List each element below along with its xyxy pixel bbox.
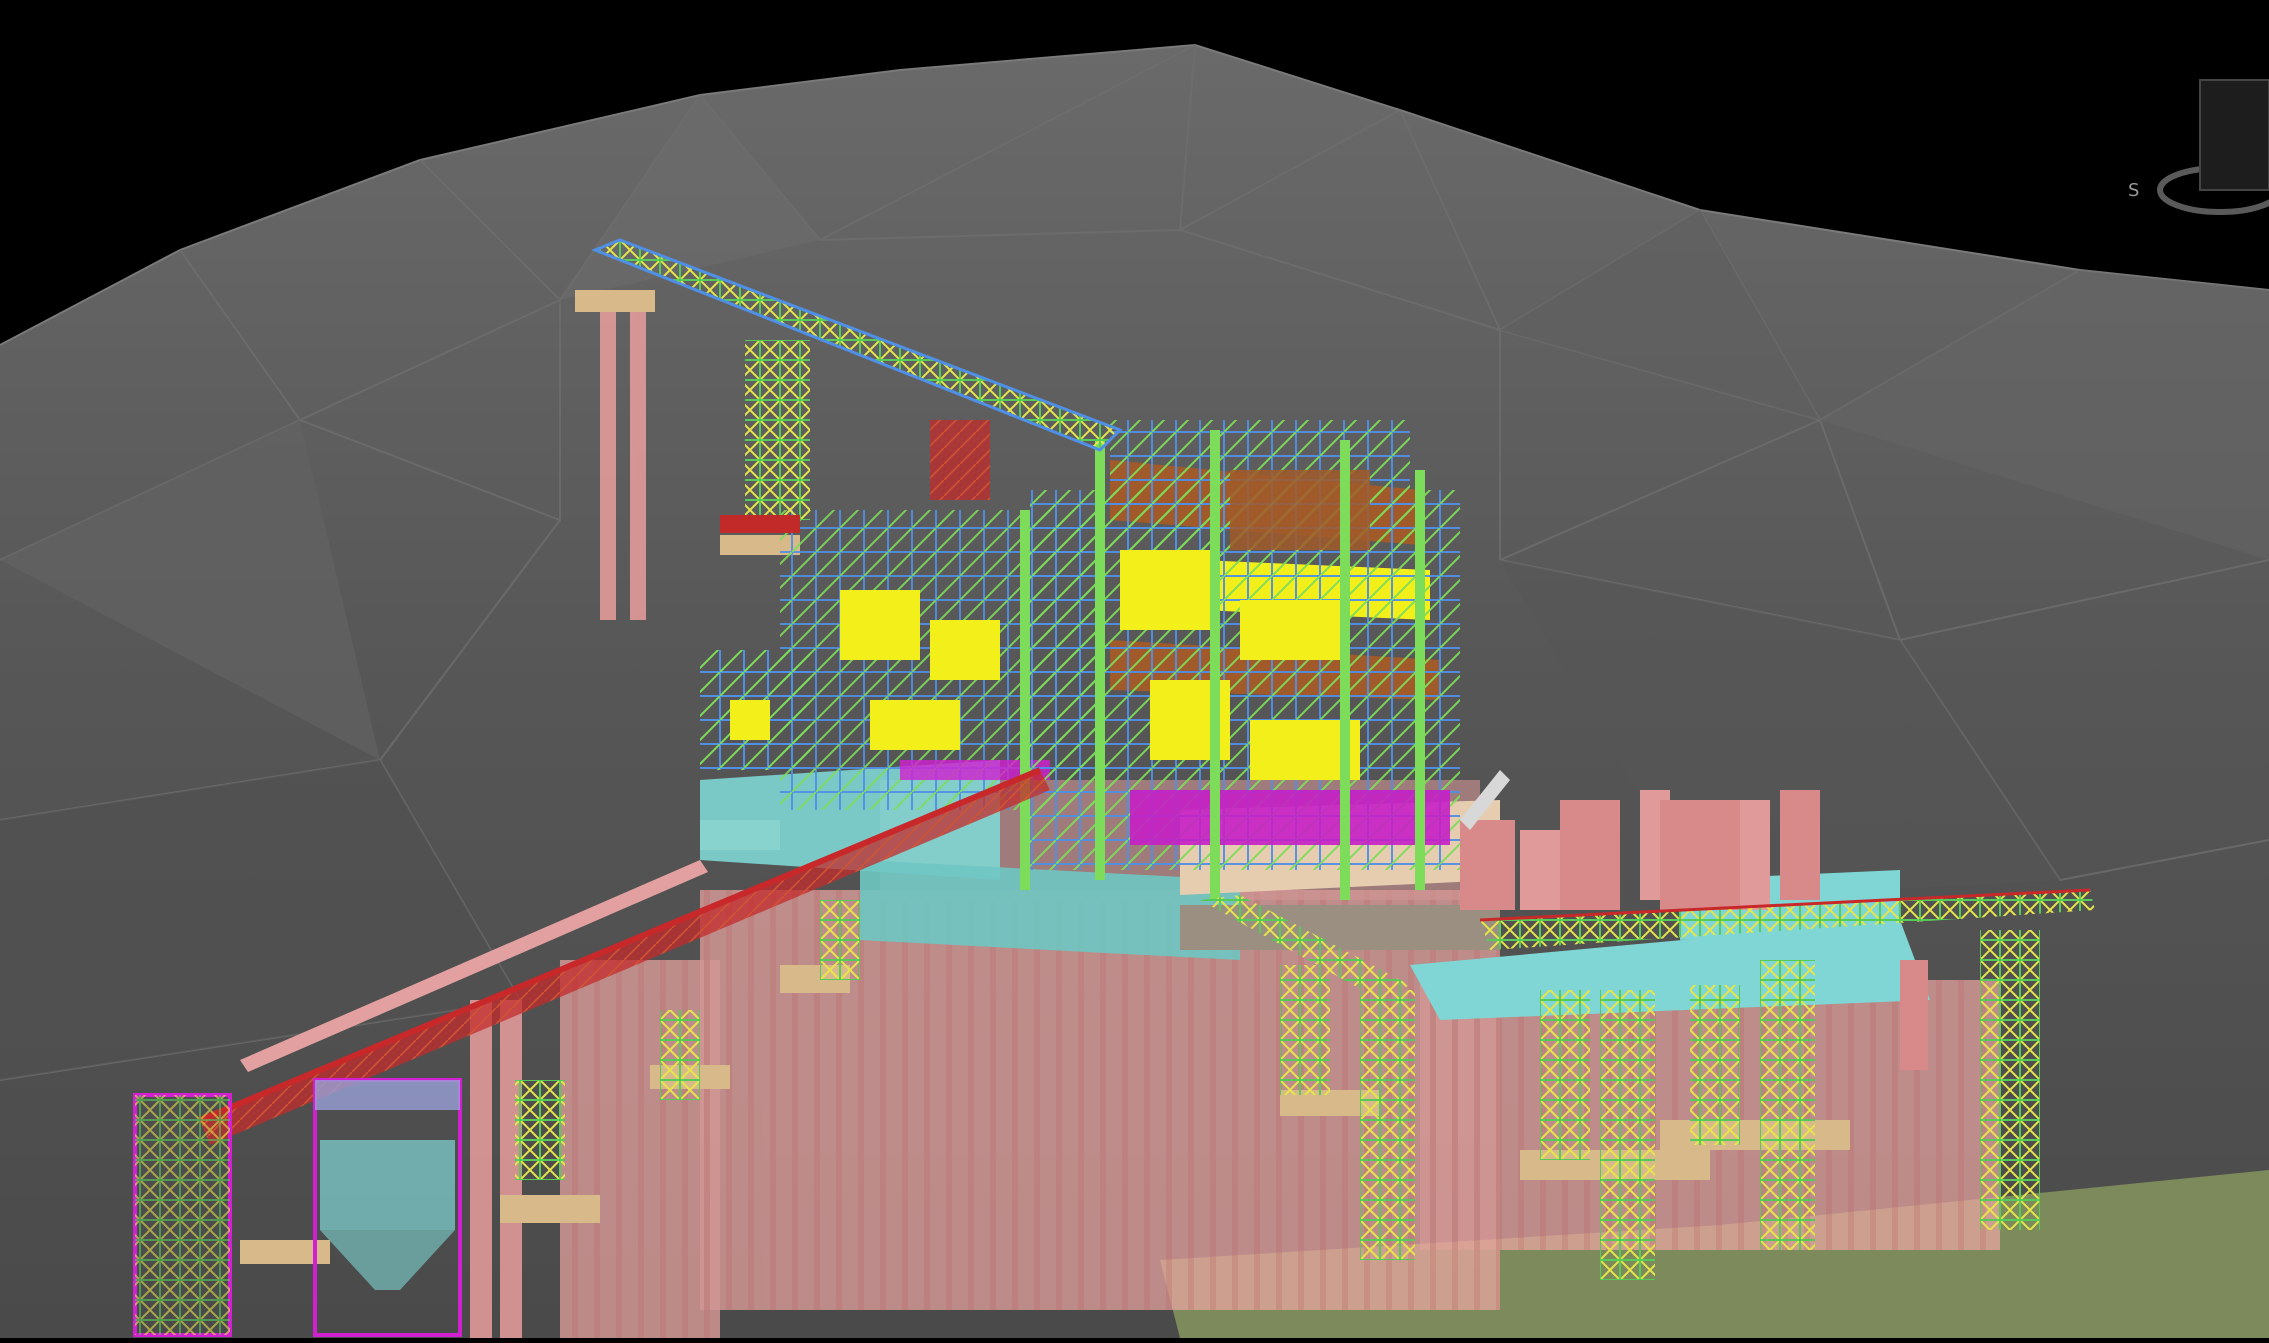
3d-model-viewport[interactable]: S <box>0 0 2269 1338</box>
compass-label: S <box>2128 180 2139 201</box>
